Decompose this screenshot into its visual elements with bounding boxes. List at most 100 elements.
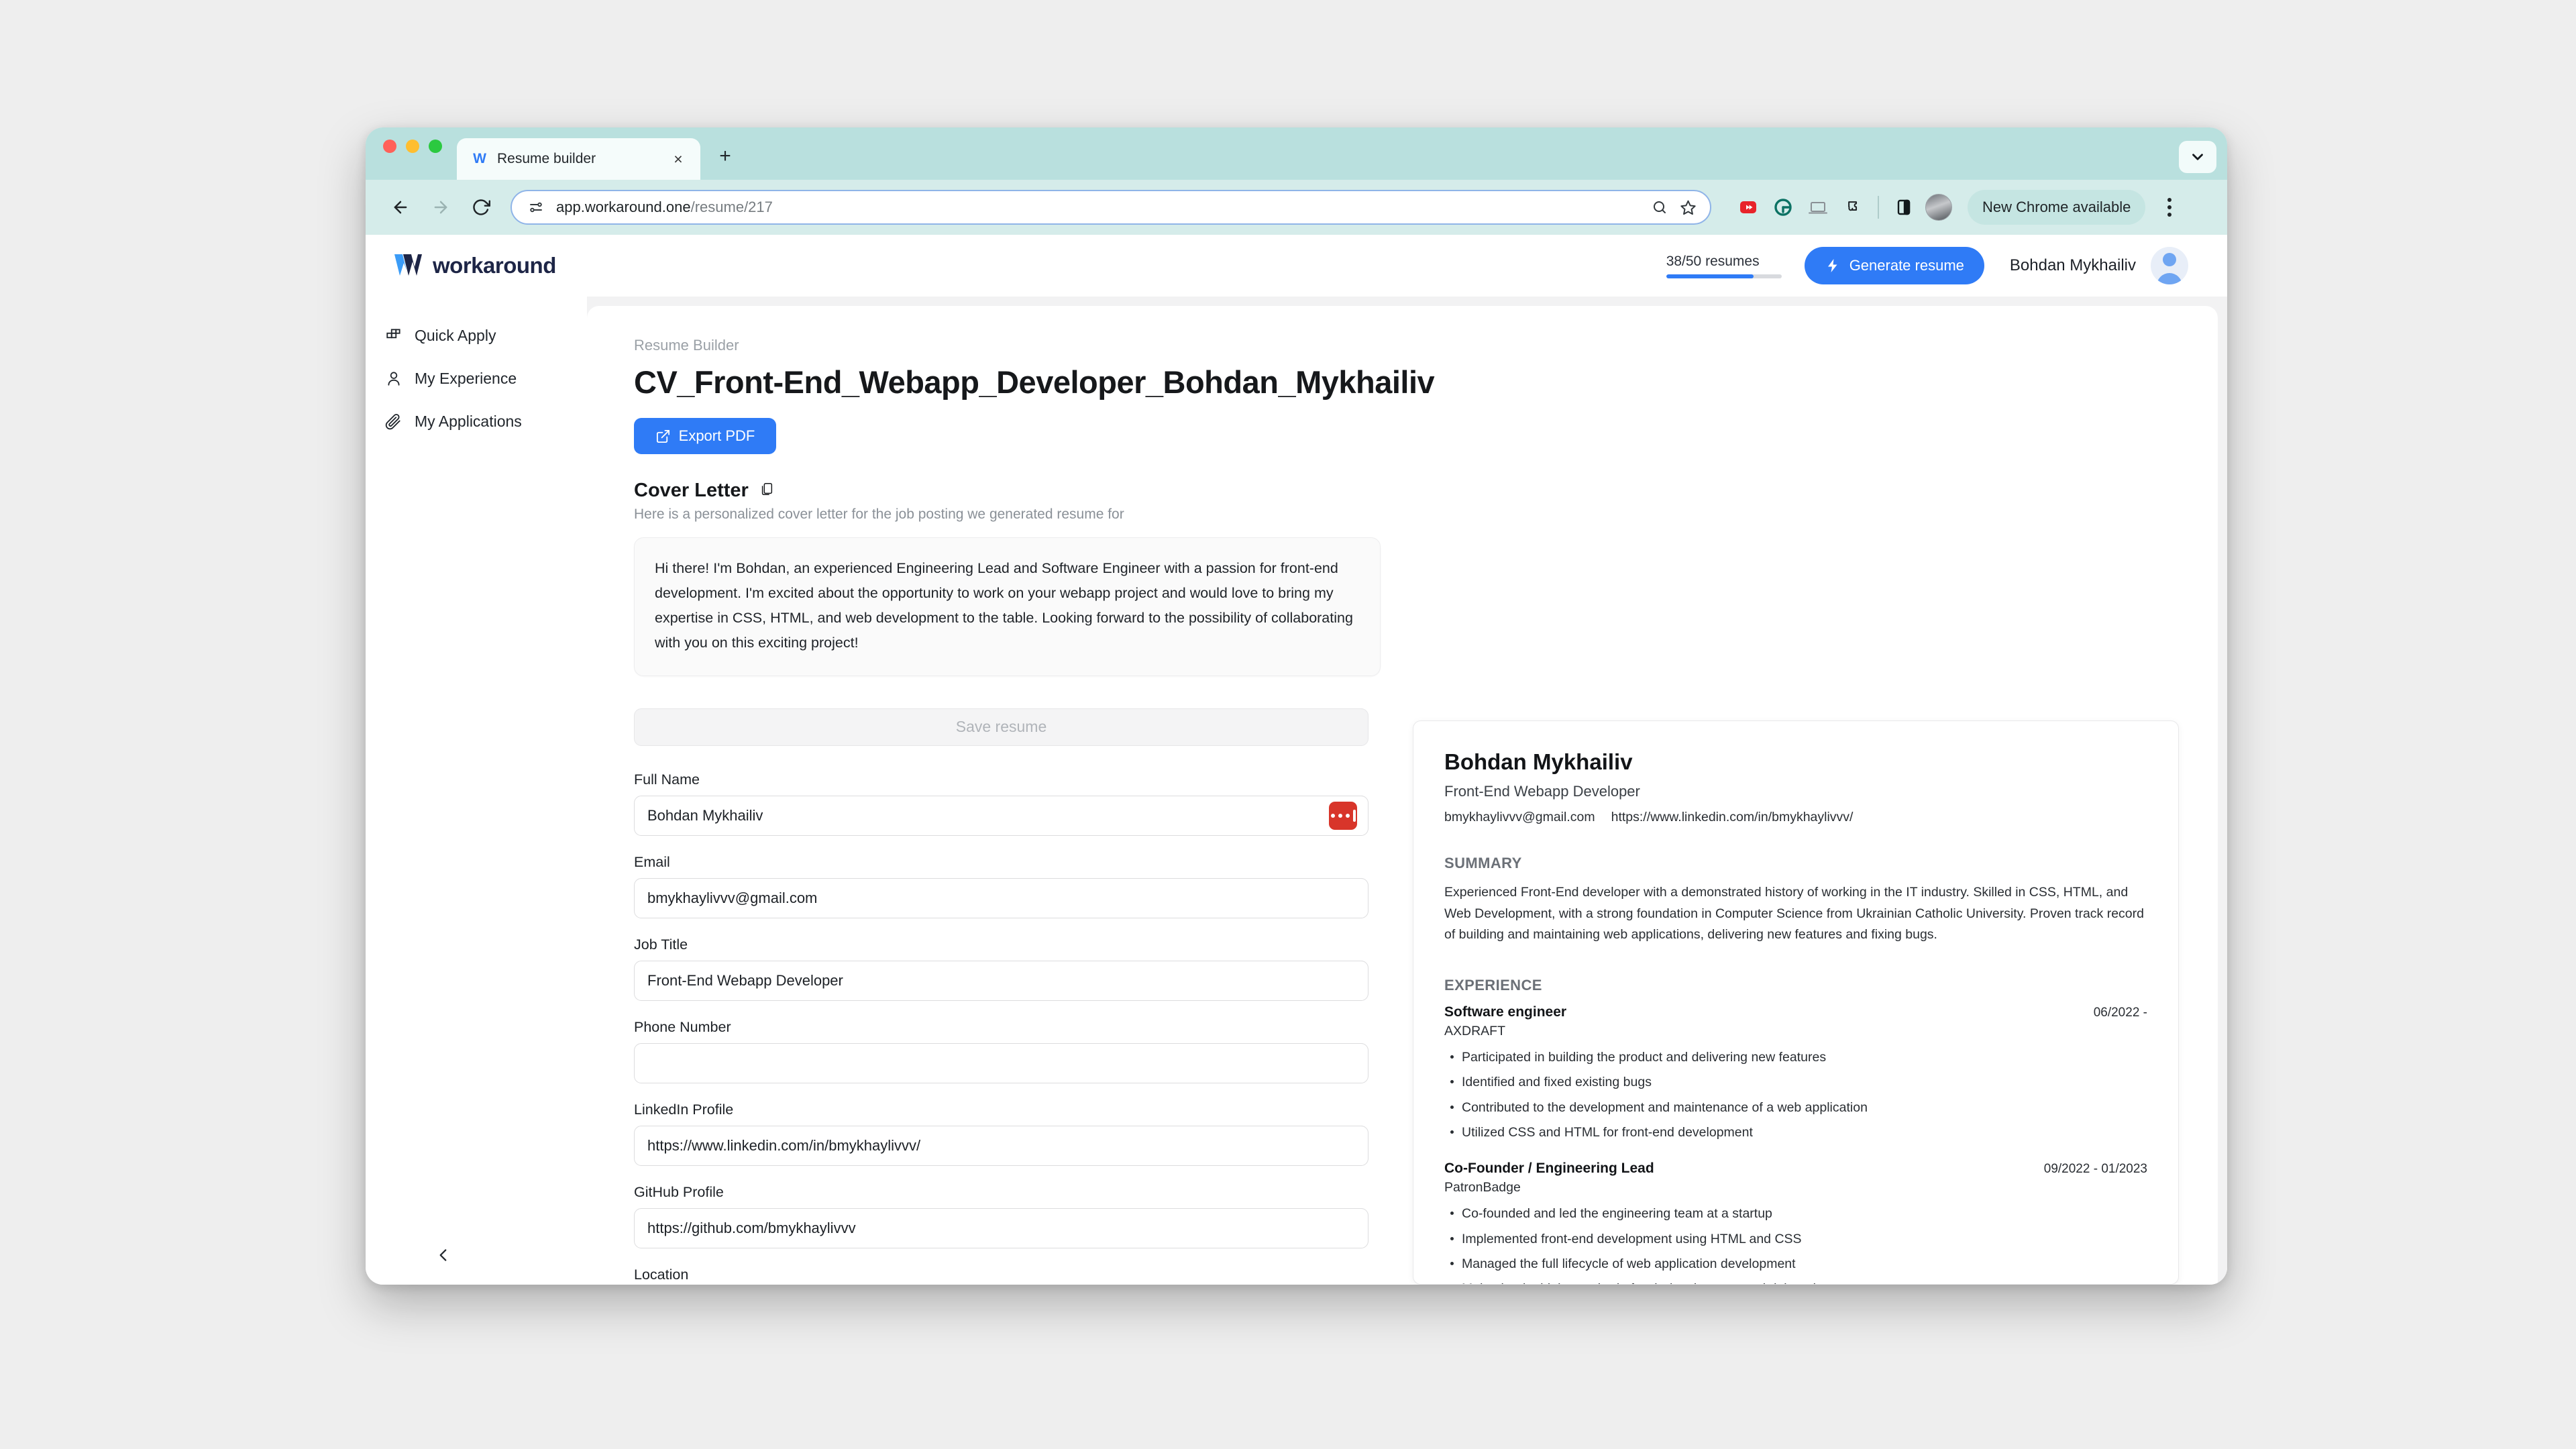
browser-menu-button[interactable] [2155, 191, 2184, 223]
search-icon[interactable] [1652, 199, 1668, 215]
list-item: Identified and fixed existing bugs [1444, 1073, 2147, 1091]
bookmark-star-icon[interactable] [1680, 199, 1697, 216]
resume-contact: bmykhaylivvv@gmail.com https://www.linke… [1444, 810, 2147, 825]
sidebar-item-my-applications[interactable]: My Applications [366, 400, 587, 443]
resume-job-entry: Co-Founder / Engineering Lead 09/2022 - … [1444, 1161, 2147, 1284]
grid-icon [384, 326, 403, 345]
list-item: Managed the full lifecycle of web applic… [1444, 1254, 2147, 1273]
app-header: workaround 38/50 resumes Generate resume… [366, 235, 2227, 297]
form-field-full-name: Full Name Bohdan Mykhailiv [634, 771, 1368, 836]
extensions-puzzle-icon[interactable] [1837, 192, 1868, 223]
chrome-update-button[interactable]: New Chrome available [1968, 190, 2146, 225]
resume-job-bullets: Co-founded and led the engineering team … [1444, 1204, 2147, 1284]
close-window-button[interactable] [383, 140, 396, 153]
export-pdf-label: Export PDF [678, 427, 755, 444]
collapse-sidebar-button[interactable] [425, 1236, 462, 1274]
external-link-icon [656, 429, 669, 443]
full-name-input[interactable]: Bohdan Mykhailiv [634, 795, 1368, 836]
forward-button[interactable] [423, 190, 458, 225]
app-body: Quick Apply My Experience My Application… [366, 297, 2227, 1285]
back-button[interactable] [383, 190, 418, 225]
resume-summary-text: Experienced Front-End developer with a d… [1444, 884, 2144, 943]
field-label: Location [634, 1266, 689, 1283]
resume-job-head: Software engineer 06/2022 - [1444, 1004, 2147, 1020]
linkedin-profile-input[interactable]: https://www.linkedin.com/in/bmykhaylivvv… [634, 1125, 1368, 1166]
new-tab-button[interactable]: + [711, 142, 739, 170]
user-name[interactable]: Bohdan Mykhailiv [2010, 256, 2136, 275]
resume-role: Front-End Webapp Developer [1444, 782, 1640, 800]
youtube-extension-icon[interactable] [1733, 192, 1764, 223]
form-field-github-profile: GitHub Profile https://github.com/bmykha… [634, 1184, 1368, 1248]
list-item: Maintained a high standard of web develo… [1444, 1279, 2147, 1284]
browser-toolbar: app.workaround.one/resume/217 New Chrome… [366, 180, 2227, 235]
brand-name: workaround [433, 253, 556, 278]
resume-preview-column: Bohdan Mykhailiv Front-End Webapp Develo… [1413, 708, 2179, 1285]
job-title-input[interactable]: Front-End Webapp Developer [634, 960, 1368, 1001]
email-input[interactable]: bmykhaylivvv@gmail.com [634, 877, 1368, 918]
resume-summary-heading: SUMMARY [1444, 854, 1522, 871]
resume-name: Bohdan Mykhailiv [1444, 749, 1633, 774]
resume-job-title: Software engineer [1444, 1004, 1567, 1020]
resume-job-title: Co-Founder / Engineering Lead [1444, 1161, 1654, 1177]
resume-form: Save resume Full Name Bohdan Mykhailiv E… [634, 708, 1368, 1285]
cover-letter-text[interactable]: Hi there! I'm Bohdan, an experienced Eng… [634, 537, 1381, 676]
list-item: Contributed to the development and maint… [1444, 1098, 2147, 1117]
tab-search-chevron-down-icon[interactable] [2179, 141, 2216, 173]
list-item: Co-founded and led the engineering team … [1444, 1204, 2147, 1223]
reload-button[interactable] [464, 190, 498, 225]
resume-email: bmykhaylivvv@gmail.com [1444, 809, 1595, 824]
workaround-logo-icon [394, 254, 422, 276]
resume-job-head: Co-Founder / Engineering Lead 09/2022 - … [1444, 1161, 2147, 1177]
cover-letter-header: Cover Letter [634, 480, 2179, 502]
field-label: GitHub Profile [634, 1183, 724, 1200]
builder-columns: Save resume Full Name Bohdan Mykhailiv E… [634, 708, 2179, 1285]
export-pdf-button[interactable]: Export PDF [634, 418, 776, 454]
site-settings-icon[interactable] [528, 199, 544, 215]
save-resume-button[interactable]: Save resume [634, 708, 1368, 746]
resume-job-dates: 09/2022 - 01/2023 [2043, 1162, 2147, 1177]
url-host: app.workaround.one [556, 199, 691, 215]
avatar[interactable] [2151, 247, 2188, 284]
form-field-linkedin-profile: LinkedIn Profile https://www.linkedin.co… [634, 1102, 1368, 1166]
browser-tab[interactable]: W Resume builder × [457, 138, 700, 180]
sidebar-item-label: Quick Apply [415, 326, 496, 344]
sidebar-item-quick-apply[interactable]: Quick Apply [366, 314, 587, 357]
copy-icon[interactable] [759, 482, 774, 500]
screencast-extension-icon[interactable] [1803, 192, 1833, 223]
github-profile-input[interactable]: https://github.com/bmykhaylivvv [634, 1208, 1368, 1248]
address-bar[interactable]: app.workaround.one/resume/217 [511, 190, 1711, 225]
phone-number-input[interactable] [634, 1042, 1368, 1083]
list-item: Utilized CSS and HTML for front-end deve… [1444, 1123, 2147, 1142]
sidebar: Quick Apply My Experience My Application… [366, 297, 587, 1285]
sidebar-item-my-experience[interactable]: My Experience [366, 357, 587, 400]
close-tab-icon[interactable]: × [668, 149, 688, 169]
resume-job-dates: 06/2022 - [2093, 1006, 2147, 1020]
address-bar-url: app.workaround.one/resume/217 [556, 199, 1640, 216]
generate-resume-button[interactable]: Generate resume [1804, 247, 1984, 284]
side-panel-icon[interactable] [1888, 192, 1919, 223]
content-area: Resume Builder CV_Front-End_Webapp_Devel… [587, 297, 2227, 1285]
window-controls [383, 127, 442, 180]
paperclip-icon [384, 412, 403, 431]
list-item: Participated in building the product and… [1444, 1048, 2147, 1067]
resume-quota-label: 38/50 resumes [1666, 253, 1760, 269]
field-value: Bohdan Mykhailiv [647, 806, 763, 824]
user-icon [384, 369, 403, 388]
extension-icons [1733, 192, 1954, 223]
resume-quota-track [1666, 274, 1782, 278]
minimize-window-button[interactable] [406, 140, 419, 153]
chevron-left-icon [439, 1249, 447, 1261]
lastpass-icon[interactable] [1329, 801, 1357, 830]
profile-avatar-image [1925, 194, 1952, 221]
maximize-window-button[interactable] [429, 140, 442, 153]
desktop-background: W Resume builder × + app.workaround.one/… [0, 0, 2576, 1449]
profile-avatar-icon[interactable] [1923, 192, 1954, 223]
list-item: Implemented front-end development using … [1444, 1230, 2147, 1248]
content-card: Resume Builder CV_Front-End_Webapp_Devel… [587, 306, 2218, 1285]
url-path: /resume/217 [690, 199, 773, 215]
app-logo[interactable]: workaround [392, 252, 586, 279]
grammarly-extension-icon[interactable] [1768, 192, 1799, 223]
form-field-location: Location [634, 1267, 1368, 1285]
field-value: bmykhaylivvv@gmail.com [647, 889, 818, 906]
